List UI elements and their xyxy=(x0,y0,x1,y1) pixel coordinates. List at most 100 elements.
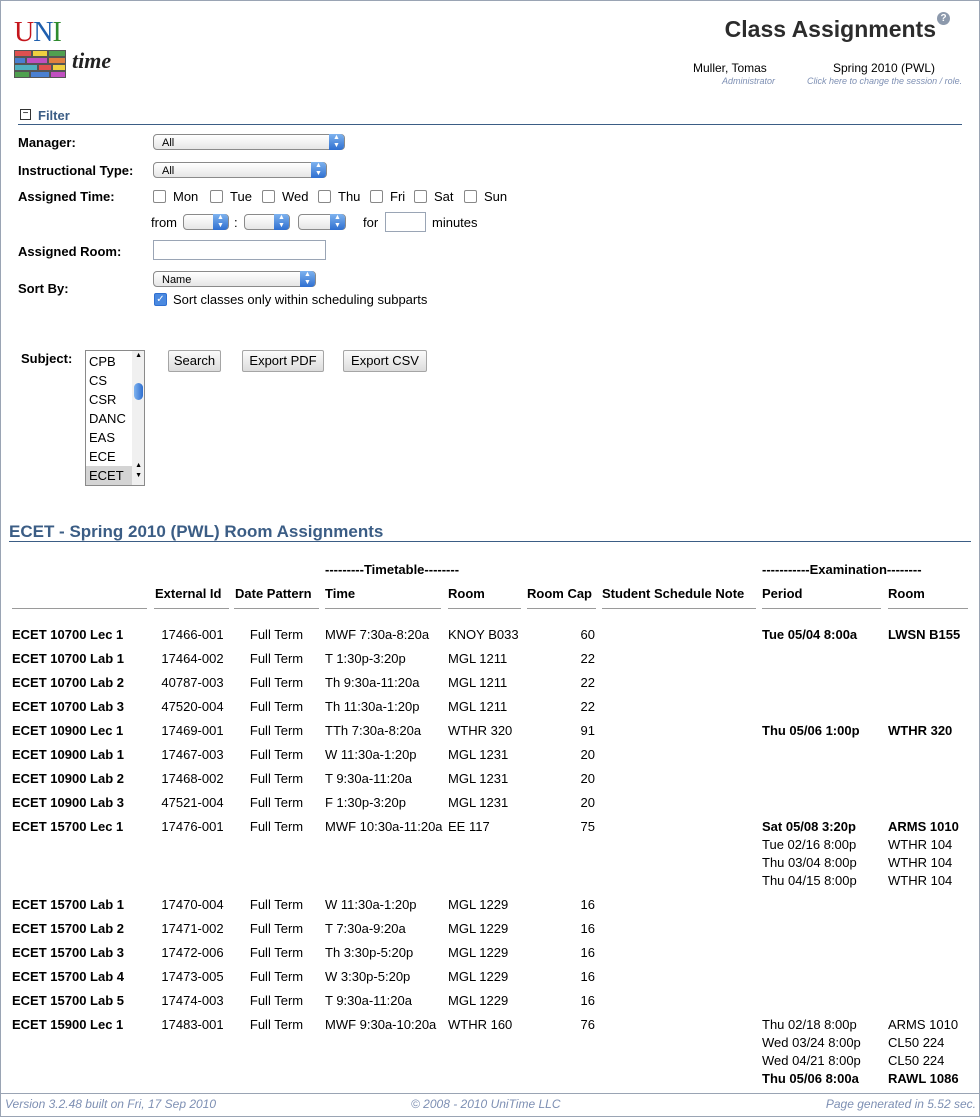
scroll-down-icon[interactable]: ▼ xyxy=(135,472,142,479)
room-cell: MGL 1229 xyxy=(448,993,509,1008)
duration-input[interactable] xyxy=(385,212,426,232)
select-arrows-icon: ▲ ▼ xyxy=(330,214,345,230)
export-pdf-button[interactable]: Export PDF xyxy=(242,350,324,372)
column-header-external-id[interactable]: External Id xyxy=(155,586,221,601)
instructional-type-label: Instructional Type: xyxy=(18,163,134,178)
column-header-exam-period[interactable]: Period xyxy=(762,586,802,601)
class-name-link[interactable]: ECET 10700 Lec 1 xyxy=(12,627,123,642)
external-id-cell: 47521-004 xyxy=(161,795,224,810)
manager-select[interactable]: All ▲ ▼ xyxy=(153,134,345,150)
class-name-link[interactable]: ECET 10900 Lab 3 xyxy=(12,795,124,810)
header-rule xyxy=(602,608,756,609)
instructional-type-select[interactable]: All ▲ ▼ xyxy=(153,162,327,178)
date-pattern-cell: Full Term xyxy=(249,897,304,912)
class-name-link[interactable]: ECET 10700 Lab 2 xyxy=(12,675,124,690)
class-name-link[interactable]: ECET 15700 Lab 4 xyxy=(12,969,124,984)
time-cell: MWF 10:30a-11:20a xyxy=(325,819,443,834)
column-header-schedule-note[interactable]: Student Schedule Note xyxy=(602,586,744,601)
export-csv-button[interactable]: Export CSV xyxy=(343,350,427,372)
column-header-time[interactable]: Time xyxy=(325,586,355,601)
external-id-cell: 17470-004 xyxy=(161,897,224,912)
scroll-thumb[interactable] xyxy=(134,383,143,400)
from-ampm-select[interactable]: ▲ ▼ xyxy=(298,214,346,230)
collapse-toggle-icon[interactable]: − xyxy=(20,109,31,120)
footer-copyright[interactable]: © 2008 - 2010 UniTime LLC xyxy=(411,1097,560,1111)
exam-room-cell: RAWL 1086 xyxy=(888,1071,959,1086)
scroll-up-icon[interactable]: ▲ xyxy=(135,462,142,469)
class-name-link[interactable]: ECET 15700 Lab 1 xyxy=(12,897,124,912)
time-cell: T 9:30a-11:20a xyxy=(325,993,412,1008)
header-rule xyxy=(448,608,521,609)
day-checkbox-sat[interactable] xyxy=(414,190,427,203)
sort-by-select[interactable]: Name ▲ ▼ xyxy=(153,271,316,287)
column-header-room-cap[interactable]: Room Cap xyxy=(527,586,592,601)
column-header-room[interactable]: Room xyxy=(448,586,485,601)
subject-option[interactable]: CSR xyxy=(86,390,133,409)
class-name-link[interactable]: ECET 15700 Lab 3 xyxy=(12,945,124,960)
room-cell: EE 117 xyxy=(448,819,490,834)
subject-option[interactable]: ECET xyxy=(86,466,133,485)
room-cap-cell: 20 xyxy=(580,747,595,762)
class-name-link[interactable]: ECET 10900 Lec 1 xyxy=(12,723,123,738)
class-name-link[interactable]: ECET 10700 Lab 1 xyxy=(12,651,124,666)
room-cell: WTHR 320 xyxy=(448,723,513,738)
user-name[interactable]: Muller, Tomas xyxy=(693,61,767,75)
class-name-link[interactable]: ECET 15900 Lec 1 xyxy=(12,1017,123,1032)
subject-option[interactable]: CPB xyxy=(86,352,133,371)
search-button[interactable]: Search xyxy=(168,350,221,372)
class-name-link[interactable]: ECET 10900 Lab 2 xyxy=(12,771,124,786)
day-checkbox-fri[interactable] xyxy=(370,190,383,203)
exam-room-cell: LWSN B155 xyxy=(888,627,961,642)
sort-subparts-checkbox[interactable]: ✓ xyxy=(154,293,167,306)
day-checkbox-sun[interactable] xyxy=(464,190,477,203)
time-cell: Th 9:30a-11:20a xyxy=(325,675,420,690)
room-cap-cell: 16 xyxy=(580,969,595,984)
room-cell: MGL 1229 xyxy=(448,921,509,936)
time-colon: : xyxy=(234,215,238,230)
external-id-cell: 17483-001 xyxy=(161,1017,224,1032)
day-label-mon: Mon xyxy=(173,189,199,204)
day-checkbox-thu[interactable] xyxy=(318,190,331,203)
session-hint[interactable]: Click here to change the session / role. xyxy=(807,76,962,86)
date-pattern-cell: Full Term xyxy=(249,723,304,738)
date-pattern-cell: Full Term xyxy=(249,993,304,1008)
scroll-up-icon[interactable]: ▲ xyxy=(135,352,142,359)
listbox-scrollbar[interactable]: ▲ ▲ ▼ xyxy=(132,351,144,485)
column-header-date-pattern[interactable]: Date Pattern xyxy=(235,586,312,601)
exam-period-cell: Sat 05/08 3:20p xyxy=(762,819,856,834)
day-label-sat: Sat xyxy=(434,189,454,204)
select-arrows-icon: ▲ ▼ xyxy=(274,214,289,230)
subject-listbox[interactable]: CPB CS CSR DANC EAS ECE ECET ▲ ▲ ▼ xyxy=(85,350,145,486)
subject-option[interactable]: EAS xyxy=(86,428,133,447)
subject-option[interactable]: ECE xyxy=(86,447,133,466)
date-pattern-cell: Full Term xyxy=(249,771,304,786)
date-pattern-cell: Full Term xyxy=(249,1017,304,1032)
column-header-exam-room[interactable]: Room xyxy=(888,586,925,601)
unitime-logo[interactable]: UNI time xyxy=(12,18,122,82)
subject-option[interactable]: DANC xyxy=(86,409,133,428)
room-cap-cell: 16 xyxy=(580,993,595,1008)
day-checkbox-mon[interactable] xyxy=(153,190,166,203)
exam-room-cell: WTHR 104 xyxy=(888,855,953,870)
time-cell: W 11:30a-1:20p xyxy=(325,897,417,912)
class-name-link[interactable]: ECET 10900 Lab 1 xyxy=(12,747,124,762)
class-name-link[interactable]: ECET 15700 Lab 5 xyxy=(12,993,124,1008)
filter-header[interactable]: Filter xyxy=(38,108,70,123)
sort-subparts-label: Sort classes only within scheduling subp… xyxy=(173,292,428,307)
help-icon[interactable]: ? xyxy=(937,12,950,25)
day-checkbox-tue[interactable] xyxy=(210,190,223,203)
exam-period-cell: Thu 05/06 8:00a xyxy=(762,1071,859,1086)
session-name[interactable]: Spring 2010 (PWL) xyxy=(833,61,935,75)
subject-option[interactable]: CS xyxy=(86,371,133,390)
room-cell: MGL 1229 xyxy=(448,945,509,960)
class-name-link[interactable]: ECET 10700 Lab 3 xyxy=(12,699,124,714)
assigned-room-input[interactable] xyxy=(153,240,326,260)
from-hour-select[interactable]: ▲ ▼ xyxy=(183,214,229,230)
class-name-link[interactable]: ECET 15700 Lec 1 xyxy=(12,819,123,834)
class-name-link[interactable]: ECET 15700 Lab 2 xyxy=(12,921,124,936)
select-arrows-icon: ▲ ▼ xyxy=(213,214,228,230)
room-cell: MGL 1211 xyxy=(448,651,508,666)
day-checkbox-wed[interactable] xyxy=(262,190,275,203)
exam-room-cell: WTHR 320 xyxy=(888,723,953,738)
from-minute-select[interactable]: ▲ ▼ xyxy=(244,214,290,230)
